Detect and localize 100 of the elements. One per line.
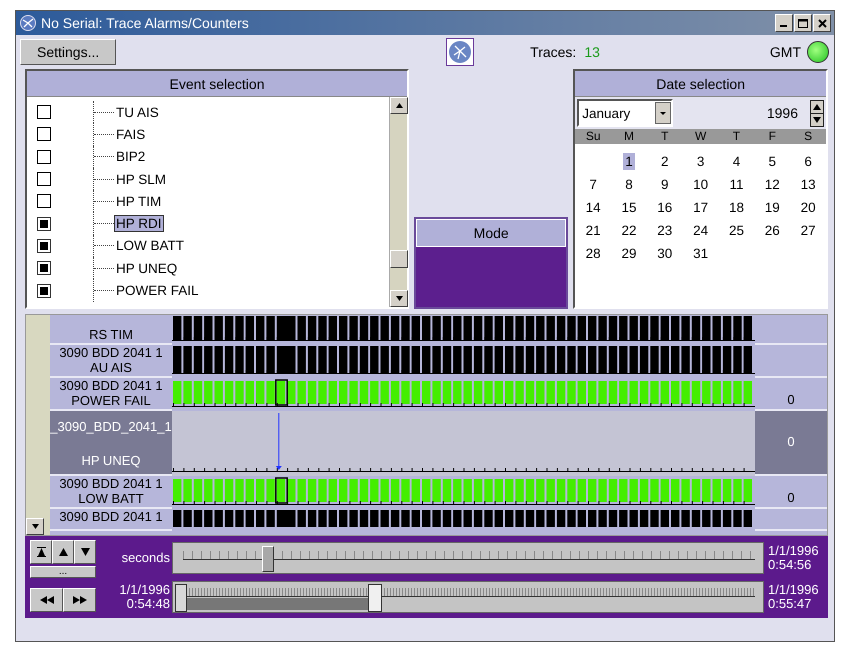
trace-count: 0: [787, 490, 795, 505]
calendar-day[interactable]: 9: [659, 176, 671, 193]
year-spinner[interactable]: [810, 100, 824, 126]
trace-id: _3090_BDD_2041_1: [50, 419, 172, 434]
slider-thumb[interactable]: [175, 584, 187, 612]
trace-count: 0: [787, 392, 795, 407]
tree-item[interactable]: BIP2: [114, 148, 148, 166]
start-time: 0:54:48: [126, 596, 170, 610]
tree-item[interactable]: HP TIM: [114, 192, 164, 210]
up-arrow-icon[interactable]: [811, 100, 823, 112]
start-date: 1/1/1996: [118, 582, 170, 596]
checkbox[interactable]: [37, 105, 51, 120]
fast-forward-button[interactable]: [63, 588, 96, 612]
scroll-down-button[interactable]: [390, 290, 408, 307]
trace-count: 0: [787, 434, 795, 449]
tree-item[interactable]: HP SLM: [114, 170, 168, 188]
month-dropdown[interactable]: January: [577, 99, 674, 127]
scroll-thumb[interactable]: [390, 250, 408, 268]
calendar-day[interactable]: 19: [762, 199, 782, 216]
tree-item[interactable]: POWER FAIL: [114, 282, 201, 300]
calendar-day[interactable]: 11: [727, 176, 746, 193]
checkbox[interactable]: [37, 238, 51, 253]
calendar-day[interactable]: 31: [691, 245, 710, 262]
seconds-label: seconds: [120, 550, 170, 564]
calendar-day[interactable]: 16: [655, 199, 674, 216]
close-icon: [818, 18, 826, 28]
minimize-button[interactable]: [775, 14, 793, 32]
calendar-day[interactable]: 20: [798, 199, 818, 216]
checkbox[interactable]: [37, 127, 51, 142]
end-time: 0:55:47: [768, 596, 812, 610]
checkbox[interactable]: [37, 172, 51, 186]
calendar-day[interactable]: 21: [584, 222, 603, 239]
trace-id: 3090 BDD 2041 1: [59, 476, 163, 491]
checkbox[interactable]: [37, 194, 51, 208]
calendar-day[interactable]: 22: [619, 222, 639, 239]
trace-name: HP UNEQ: [82, 453, 140, 468]
up-arrow-icon: [396, 103, 403, 108]
panel-header: Event selection: [27, 71, 408, 97]
slider-thumb[interactable]: [368, 584, 382, 612]
rewind-icon: [40, 596, 54, 604]
checkbox[interactable]: [37, 216, 51, 231]
checkbox[interactable]: [37, 150, 51, 164]
calendar-day[interactable]: 1: [623, 153, 635, 170]
scroll-up-button[interactable]: [390, 97, 408, 114]
rewind-button[interactable]: [30, 588, 63, 612]
maximize-button[interactable]: [794, 14, 812, 32]
tree-item[interactable]: HP RDI: [114, 215, 164, 232]
checkbox[interactable]: [37, 284, 51, 298]
calendar-day[interactable]: 13: [798, 176, 818, 193]
calendar-day[interactable]: 12: [762, 176, 782, 193]
up-arrow-icon: [58, 548, 68, 556]
more-button[interactable]: ...: [30, 566, 96, 578]
calendar-day[interactable]: 24: [691, 222, 710, 239]
calendar-day[interactable]: 28: [584, 245, 603, 262]
calendar-day[interactable]: 2: [659, 153, 671, 170]
calendar-day[interactable]: 5: [766, 153, 778, 170]
calendar-day[interactable]: 25: [726, 222, 746, 239]
trace-name: LOW BATT: [78, 491, 144, 506]
network-icon[interactable]: [446, 38, 474, 66]
end-date: 1/1/1996: [768, 582, 819, 596]
down-arrow-icon: [32, 524, 38, 529]
calendar-day[interactable]: 27: [798, 222, 818, 239]
first-button[interactable]: [30, 540, 52, 564]
settings-button[interactable]: Settings...: [20, 39, 116, 65]
tree-item[interactable]: HP UNEQ: [114, 260, 180, 277]
calendar-day[interactable]: 29: [619, 245, 639, 262]
scrollbar[interactable]: [389, 97, 408, 307]
calendar-day[interactable]: 8: [623, 176, 635, 193]
calendar-day[interactable]: 7: [587, 176, 599, 193]
calendar-day[interactable]: 3: [694, 153, 706, 170]
calendar-day[interactable]: 30: [655, 245, 674, 262]
down-button[interactable]: [74, 540, 96, 564]
scrollbar[interactable]: [26, 315, 50, 535]
weekday-label: T: [732, 129, 742, 144]
weekday-label: T: [660, 129, 670, 144]
calendar-day[interactable]: 18: [726, 199, 746, 216]
calendar-day[interactable]: 17: [691, 199, 710, 216]
time-slider[interactable]: [172, 542, 764, 574]
fast-forward-icon: [72, 596, 86, 604]
close-button[interactable]: [813, 14, 831, 32]
calendar-day[interactable]: 14: [584, 199, 603, 216]
tree-item[interactable]: LOW BATT: [114, 237, 186, 254]
tree-item[interactable]: FAIS: [114, 126, 148, 143]
calendar-day[interactable]: 26: [762, 222, 782, 239]
range-slider[interactable]: [172, 580, 764, 612]
down-arrow-icon[interactable]: [811, 114, 823, 126]
calendar-day[interactable]: 6: [802, 153, 814, 170]
trace-name: POWER FAIL: [71, 393, 151, 408]
calendar-day[interactable]: 15: [619, 199, 639, 216]
traces-label: Traces:: [530, 44, 576, 60]
calendar-day[interactable]: 10: [691, 176, 710, 193]
scroll-down-button[interactable]: [26, 518, 44, 535]
trace-name: AU AIS: [90, 360, 132, 375]
trace-label-cell[interactable]: _3090_BDD_2041_1 HP UNEQ: [50, 411, 172, 474]
caret-icon: [655, 102, 672, 124]
tree-item[interactable]: TU AIS: [114, 104, 161, 121]
calendar-day[interactable]: 23: [655, 222, 674, 239]
checkbox[interactable]: [37, 261, 51, 276]
up-button[interactable]: [52, 540, 74, 564]
calendar-day[interactable]: 4: [730, 153, 742, 170]
